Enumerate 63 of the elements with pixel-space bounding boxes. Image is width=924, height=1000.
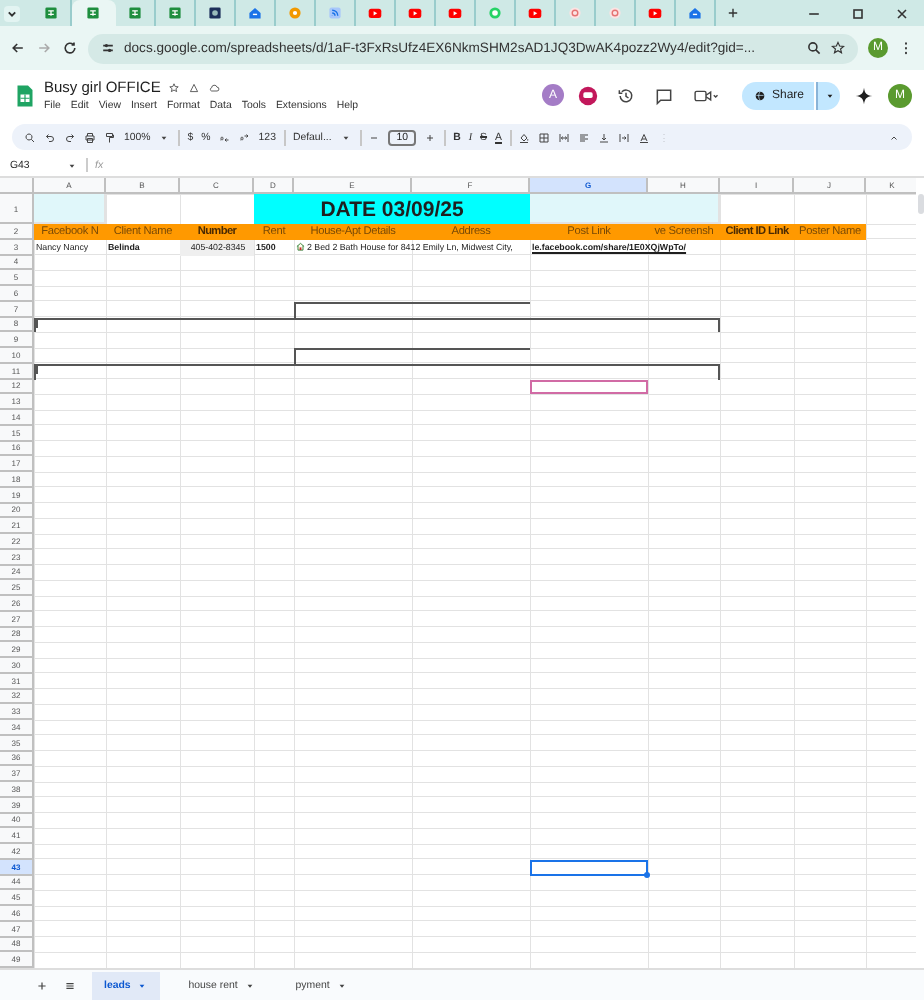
date-heading: DATE 03/09/25	[254, 194, 530, 224]
video-call-icon[interactable]	[691, 85, 720, 105]
reload-icon[interactable]	[62, 40, 78, 56]
ring-icon	[608, 6, 622, 20]
close-icon[interactable]	[894, 5, 910, 21]
fill-color-icon[interactable]	[518, 131, 531, 143]
chat-bubble-icon[interactable]	[577, 85, 598, 105]
paint-format-icon[interactable]	[104, 131, 116, 143]
house-icon	[248, 6, 262, 20]
chevron-down-icon[interactable]	[4, 5, 20, 21]
align-left-icon[interactable]	[578, 131, 591, 143]
ring-icon	[568, 6, 582, 20]
sparkle-icon[interactable]	[854, 85, 874, 105]
cell-fill	[34, 194, 106, 224]
globe-icon	[753, 89, 766, 101]
increase-decimal-icon[interactable]	[238, 131, 251, 143]
spreadsheet-logo-icon[interactable]	[16, 83, 34, 107]
star-icon[interactable]	[168, 81, 181, 93]
text-wrap-icon[interactable]	[618, 131, 631, 143]
minus-icon[interactable]	[368, 131, 381, 143]
zoom-icon[interactable]	[806, 40, 822, 56]
site-settings-icon[interactable]	[100, 40, 116, 56]
caret-icon	[823, 89, 835, 101]
sheet-list-icon[interactable]	[64, 979, 76, 991]
search-icon[interactable]	[24, 131, 36, 143]
spreadsheet-icon	[128, 6, 142, 20]
play-icon	[408, 6, 422, 20]
play-icon	[368, 6, 382, 20]
play-icon	[528, 6, 542, 20]
play-icon	[448, 6, 462, 20]
back-icon[interactable]	[10, 40, 26, 56]
caret-icon[interactable]	[136, 979, 149, 991]
caret-icon[interactable]	[158, 131, 171, 143]
maximize-icon[interactable]	[850, 5, 866, 21]
coin-icon	[288, 6, 302, 20]
selected-cell[interactable]	[530, 859, 648, 875]
house-icon	[688, 6, 702, 20]
bookmark-star-icon[interactable]	[830, 40, 846, 56]
undo-icon[interactable]	[44, 131, 56, 143]
text-rotate-icon[interactable]	[638, 131, 651, 143]
merge-cells-icon[interactable]	[558, 131, 571, 143]
scrollbar[interactable]	[917, 194, 923, 214]
history-icon[interactable]	[615, 85, 636, 105]
spreadsheet-icon	[168, 6, 182, 20]
vertical-align-icon[interactable]	[598, 131, 611, 143]
decrease-decimal-icon[interactable]	[218, 131, 231, 143]
house-icon	[296, 242, 305, 252]
caret-icon[interactable]	[335, 979, 348, 991]
print-icon[interactable]	[84, 131, 96, 143]
spreadsheet-icon	[44, 6, 58, 20]
caret-icon[interactable]	[66, 159, 78, 171]
new-tab-icon[interactable]	[726, 6, 740, 20]
play-icon	[648, 6, 662, 20]
plus-icon[interactable]	[424, 131, 437, 143]
borders-icon[interactable]	[538, 131, 551, 143]
caret-icon[interactable]	[339, 131, 352, 143]
redo-icon[interactable]	[64, 131, 76, 143]
caret-icon[interactable]	[243, 979, 256, 991]
spreadsheet-icon	[86, 6, 100, 20]
add-sheet-icon[interactable]	[36, 979, 48, 991]
comment-icon[interactable]	[653, 85, 674, 105]
cloud-icon[interactable]	[208, 81, 221, 93]
feed-icon	[328, 6, 342, 20]
